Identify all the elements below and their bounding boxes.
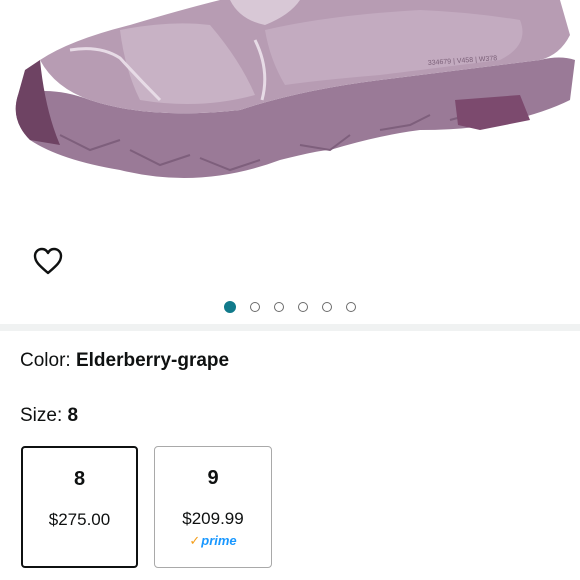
heart-icon: [33, 247, 63, 275]
carousel-dot-3[interactable]: [274, 302, 284, 312]
size-option-8[interactable]: 8 $275.00: [21, 446, 138, 568]
product-image-gallery[interactable]: 334679 | V458 | W378: [0, 0, 580, 290]
carousel-dot-5[interactable]: [322, 302, 332, 312]
size-option-size: 9: [207, 467, 219, 489]
size-label: Size:: [20, 405, 63, 426]
prime-badge: ✓prime: [155, 533, 271, 549]
size-option-price: $209.99: [182, 509, 244, 528]
size-option-9[interactable]: 9 $209.99 ✓prime: [154, 446, 272, 568]
wishlist-button[interactable]: [19, 232, 77, 290]
carousel-dot-4[interactable]: [298, 302, 308, 312]
size-option-price: $275.00: [48, 510, 111, 529]
prime-label: prime: [201, 533, 237, 548]
carousel-dot-1[interactable]: [224, 301, 236, 313]
carousel-dot-2[interactable]: [250, 302, 260, 312]
carousel-indicator: [0, 299, 580, 315]
section-divider: [0, 324, 580, 331]
size-selection: Size: 8: [20, 405, 78, 427]
color-label: Color:: [20, 350, 71, 371]
color-value: Elderberry-grape: [75, 350, 230, 371]
carousel-dot-6[interactable]: [346, 302, 356, 312]
prime-check-icon: ✓: [189, 533, 201, 548]
size-option-size: 8: [73, 468, 86, 490]
color-selection: Color: Elderberry-grape: [20, 350, 229, 372]
size-value: 8: [67, 405, 79, 426]
shoe-image: 334679 | V458 | W378: [15, 0, 575, 178]
